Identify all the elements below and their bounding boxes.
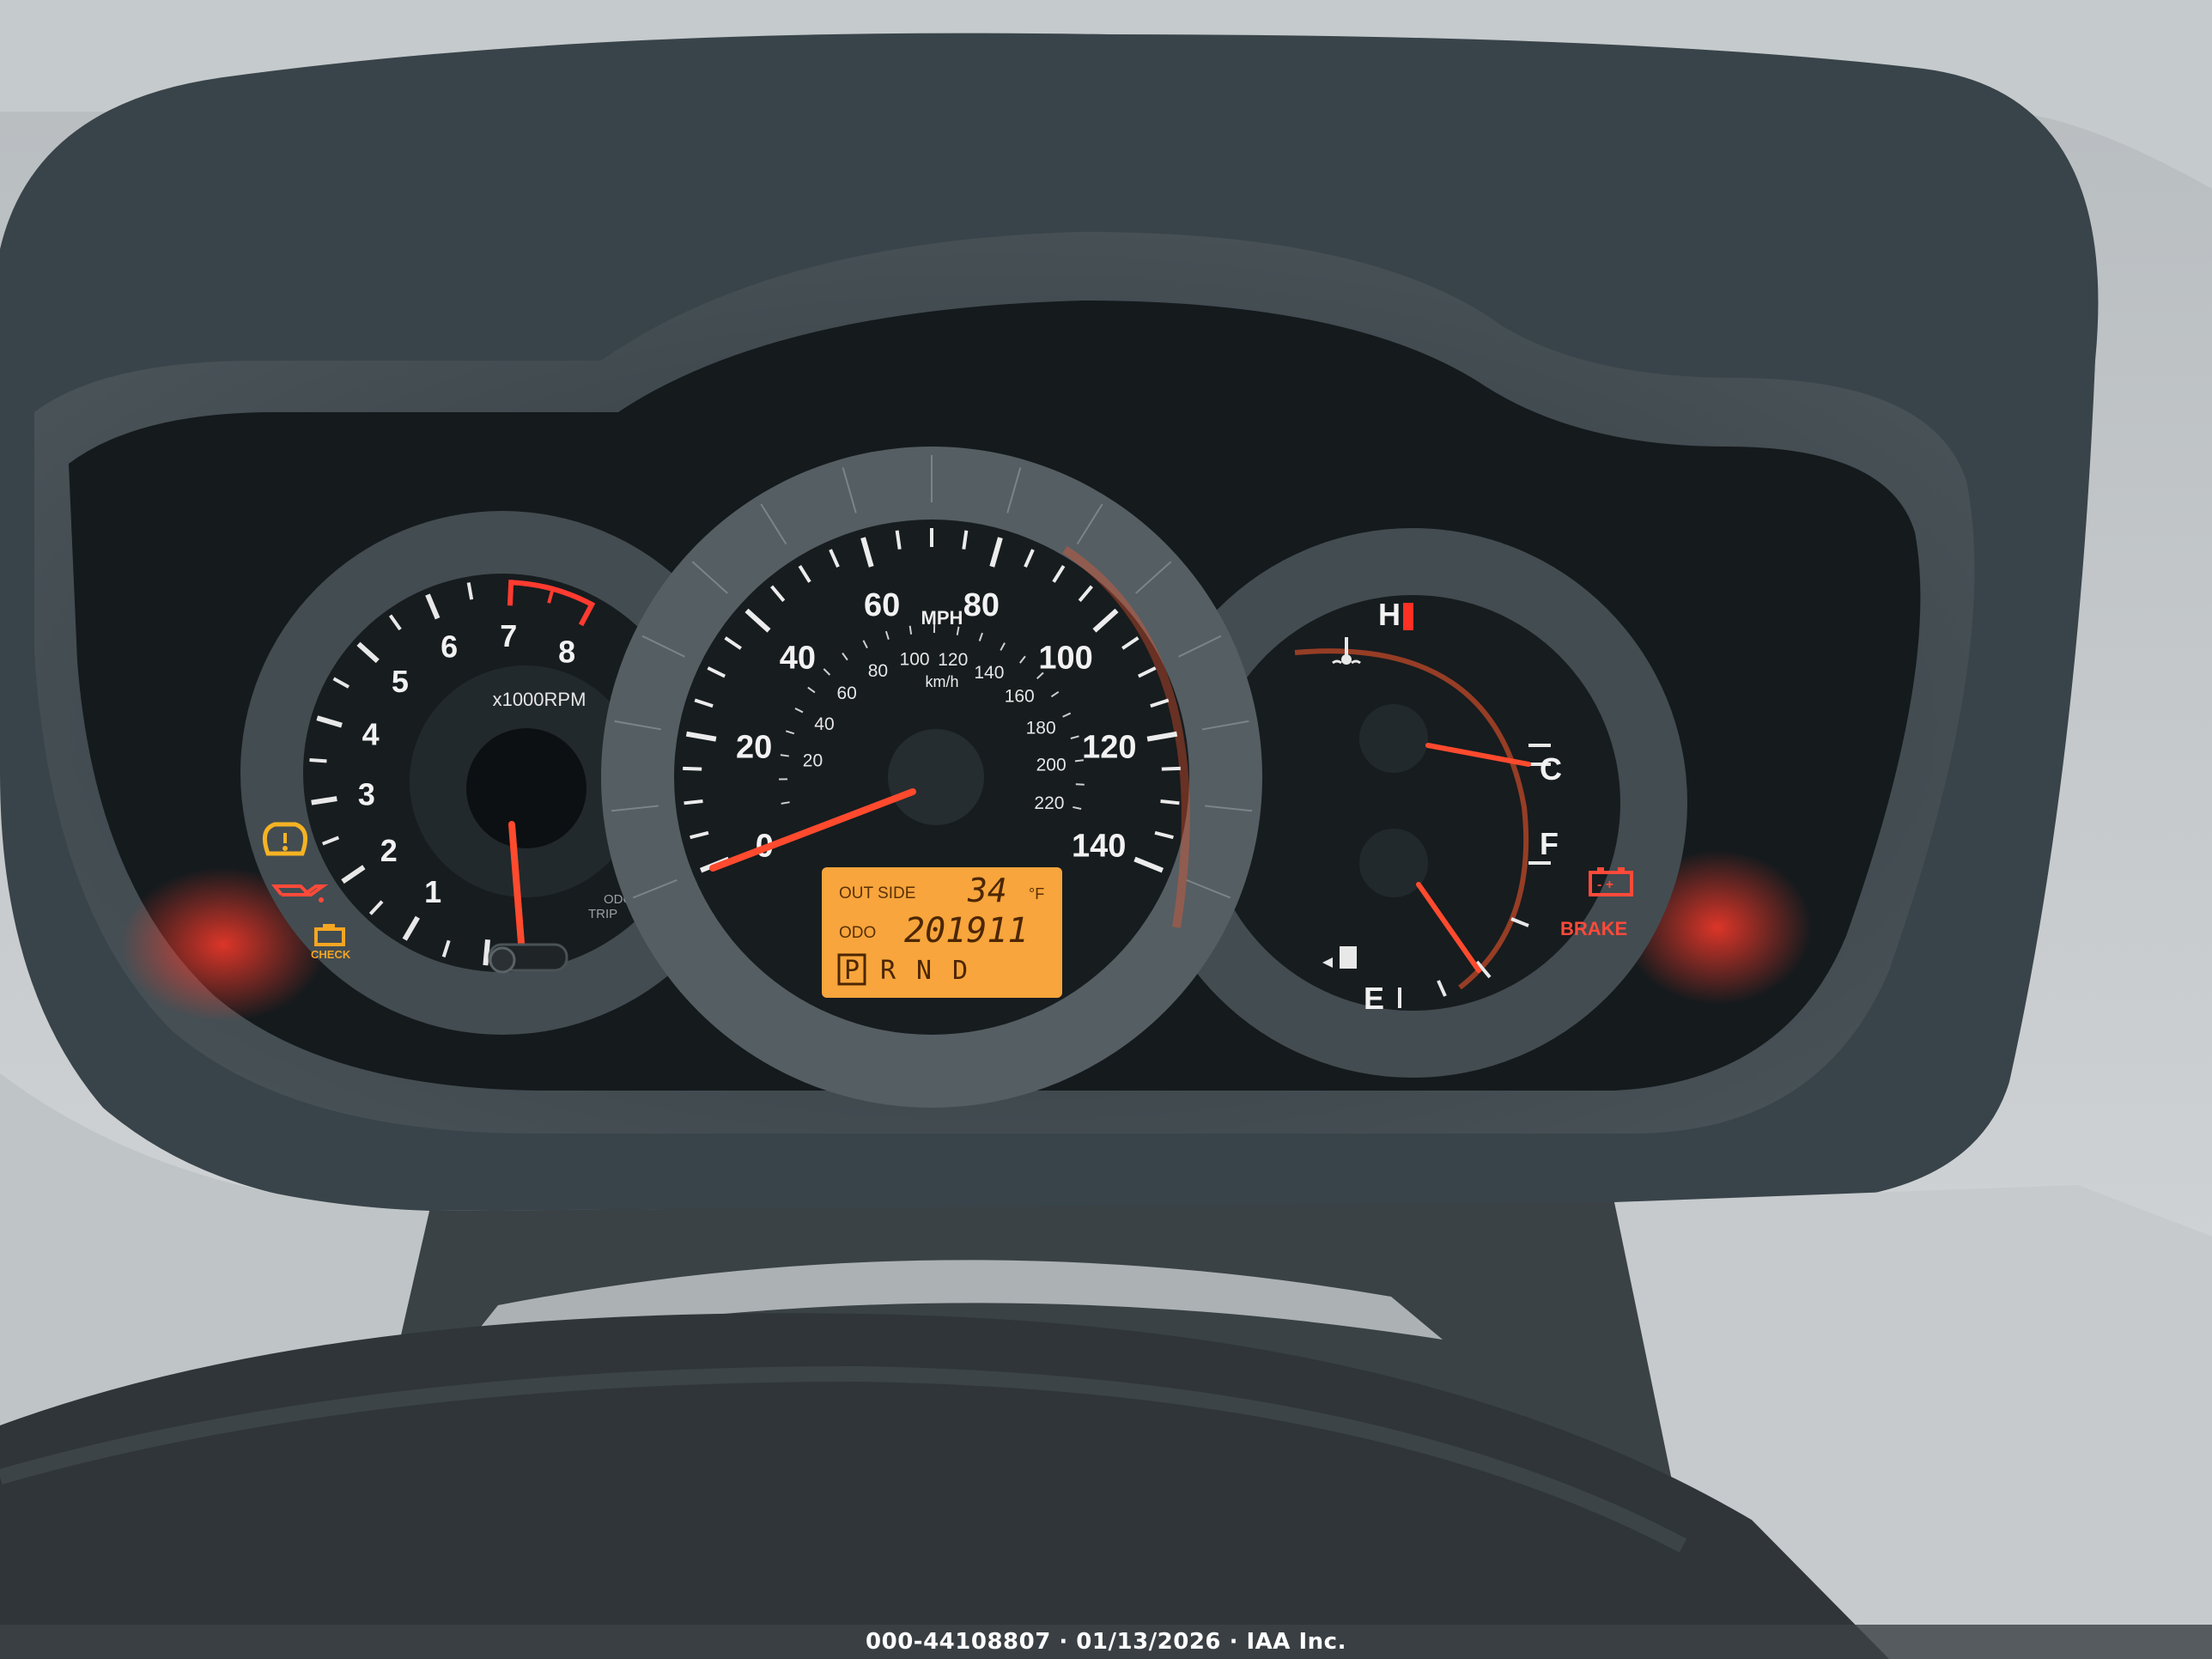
gear-r: R [880,956,896,986]
svg-text:- +: - + [1597,878,1613,892]
kmh-number: 20 [803,751,823,771]
photo-caption-bar: 000-44108807 · 01/13/2026 · IAA Inc. [0,1625,2212,1659]
mph-tick [1160,799,1180,805]
odometer-value: 201911 [904,911,1029,951]
mph-label: MPH [921,607,963,629]
rpm-number: 8 [558,635,575,670]
gear-d: D [952,956,968,986]
rpm-number: 2 [380,833,398,868]
kmh-number: 180 [1026,718,1056,738]
tachometer-tick [483,939,490,966]
mph-number: 40 [780,640,816,676]
gear-p: P [844,956,860,986]
mph-number: 80 [963,587,1000,623]
kmh-number: 220 [1034,793,1064,813]
instrument-cluster-photo: 123456 7 8 x1000RPM ODO TRIP H C F E 204… [0,0,2212,1659]
outside-temperature: 34 [967,872,1007,909]
temp-needle-hub [1359,704,1428,773]
rpm-unit-label: x1000RPM [493,689,586,710]
mph-tick [684,799,703,805]
mph-number: 20 [736,730,772,766]
trip-reset-knob-cap[interactable] [489,946,516,974]
temp-cold-label: C [1540,751,1562,787]
temp-hot-label: H [1378,597,1401,632]
kmh-number: 160 [1005,686,1035,706]
tachometer-tick [309,758,327,763]
kmh-number: 140 [974,663,1004,683]
kmh-number: 80 [868,661,888,681]
kmh-number: 120 [938,650,968,670]
temp-hot-zone [1403,603,1413,630]
check-engine-label: CHECK [311,948,351,961]
rpm-number: 7 [500,618,517,653]
kmh-number: 40 [814,714,834,734]
rpm-number: 3 [358,777,375,812]
rpm-number: 1 [424,874,441,909]
rpm-number: 5 [392,664,409,699]
mph-number: 60 [864,587,900,623]
speedometer-center-cap [888,729,984,825]
temp-fuel-face [1205,595,1620,1011]
kmh-label: km/h [925,673,958,690]
gear-n: N [916,956,932,986]
brake-warning-label: BRAKE [1560,918,1627,939]
outside-temp-label: OUT SIDE [839,884,915,902]
mph-number: 120 [1082,730,1136,766]
kmh-number: 200 [1036,755,1066,775]
odometer-label: ODO [839,924,876,942]
mph-number: 100 [1038,640,1092,676]
speedometer: 020406080100120140 204060801001201401601… [601,447,1262,1108]
kmh-number: 60 [836,684,856,703]
rpm-number: 6 [441,629,458,664]
tachometer-tick [507,580,514,606]
mph-number: 140 [1072,829,1126,865]
tachometer-center-cap [466,728,586,848]
rpm-number: 4 [362,717,380,752]
lcd-display: OUT SIDE 34 °F ODO 201911 PRND [822,867,1062,998]
kmh-number: 100 [900,649,930,669]
fuel-full-label: F [1540,826,1559,861]
fuel-empty-label: E [1364,981,1384,1016]
kmh-tick [908,625,913,635]
temperature-unit: °F [1029,885,1044,902]
trip-label: TRIP [588,907,617,921]
